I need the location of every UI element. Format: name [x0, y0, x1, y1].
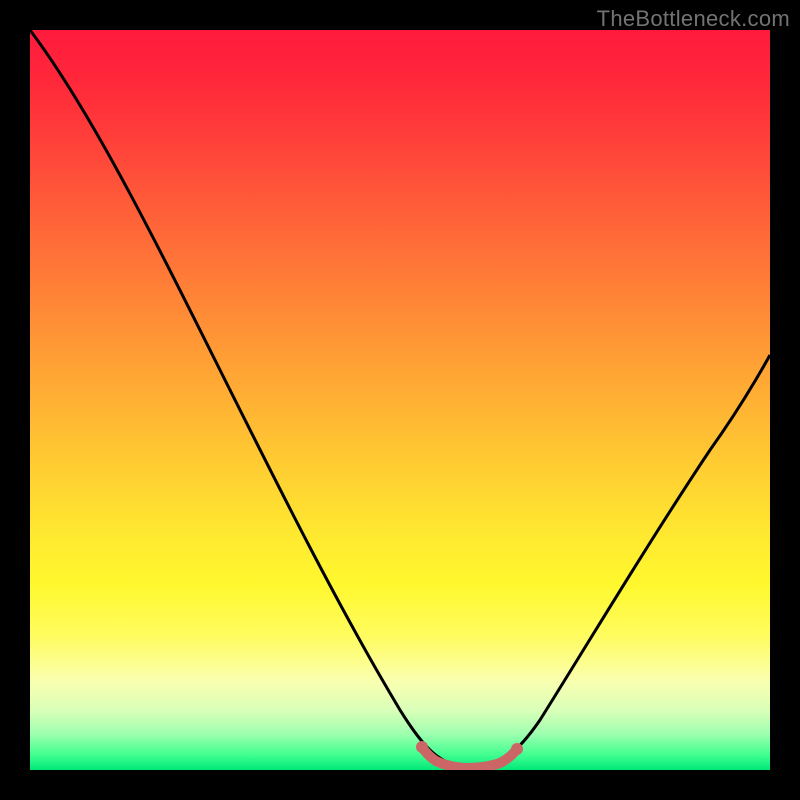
curve-layer — [30, 30, 770, 770]
optimal-zone-start-dot — [416, 741, 428, 753]
bottleneck-curve-path — [30, 30, 770, 768]
bottleneck-chart: TheBottleneck.com — [0, 0, 800, 800]
plot-area — [30, 30, 770, 770]
optimal-zone-path — [422, 747, 517, 768]
optimal-zone-end-dot — [511, 743, 523, 755]
watermark-text: TheBottleneck.com — [597, 6, 790, 32]
